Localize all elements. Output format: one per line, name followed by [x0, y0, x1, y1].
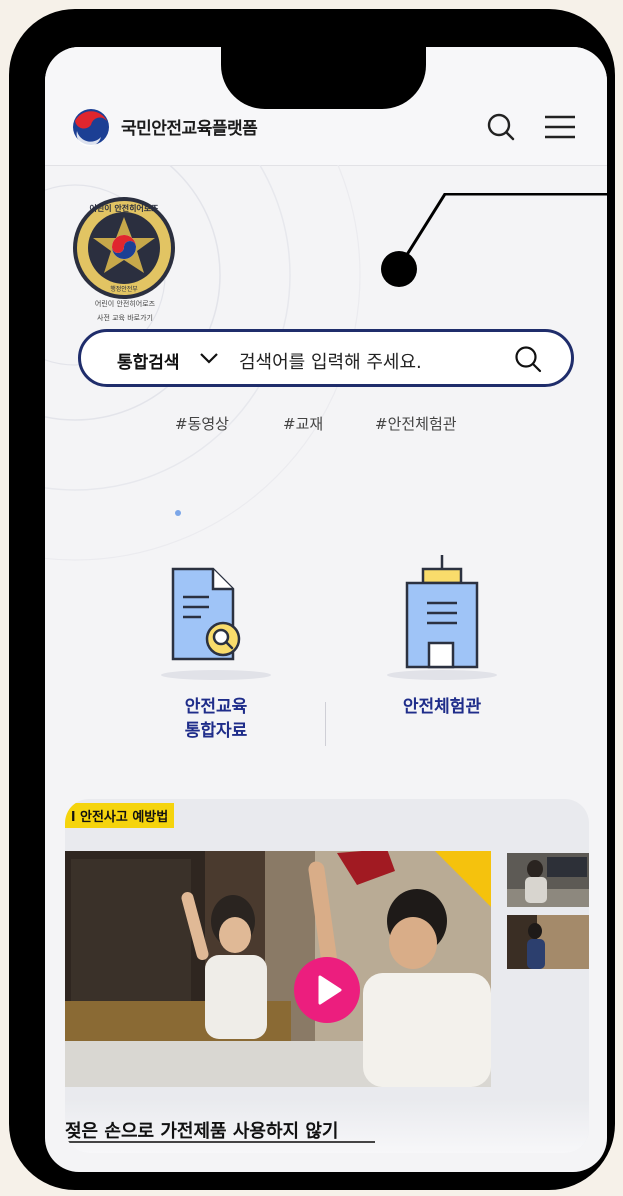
- hashtag-experience-hall[interactable]: #안전체험관: [375, 413, 457, 434]
- building-icon: [387, 555, 497, 680]
- quick-link-label-1: 안전교육: [184, 697, 248, 717]
- badge-ring-bottom: 행정안전부: [110, 285, 138, 293]
- quick-link-label-3: 안전체험관: [402, 697, 482, 717]
- hashtag-textbook[interactable]: #교재: [283, 413, 323, 434]
- search-icon[interactable]: [485, 111, 517, 143]
- badge-caption-line1[interactable]: 어린이 안전히어로즈: [65, 299, 185, 309]
- search-scope-select[interactable]: 통합검색: [117, 348, 180, 373]
- badge-caption-line2[interactable]: 사전 교육 바로가기: [65, 313, 185, 323]
- search-bar: 통합검색 검색어를 입력해 주세요.: [78, 329, 574, 387]
- quick-link-edu-materials[interactable]: 안전교육 통합자료: [151, 555, 281, 755]
- hero-badge-icon[interactable]: 어린이 안전히어로즈 행정안전부: [71, 195, 177, 301]
- video-thumbnail[interactable]: [65, 851, 491, 1087]
- notch: [221, 47, 426, 109]
- callout-pointer: [381, 193, 607, 287]
- menu-icon[interactable]: [543, 113, 577, 141]
- site-name[interactable]: 국민안전교육플랫폼: [121, 114, 258, 139]
- play-button[interactable]: [294, 957, 360, 1023]
- video-card[interactable]: l 안전사고 예방법 젖은 손으로 가전제품 사용하지 않기: [65, 799, 589, 1153]
- play-icon: [318, 975, 342, 1005]
- screen: 국민안전교육플랫폼 어린이 안전히어로즈 행정안전부 어린이 안전히어로즈 사전…: [45, 47, 607, 1172]
- video-title[interactable]: 젖은 손으로 가전제품 사용하지 않기: [65, 1117, 338, 1143]
- badge-ring-top: 어린이 안전히어로즈: [89, 203, 159, 213]
- quick-link-experience-hall[interactable]: 안전체험관: [377, 555, 507, 755]
- hashtag-video[interactable]: #동영상: [175, 413, 229, 434]
- video-thumbnail-small-1[interactable]: [507, 853, 589, 907]
- search-icon[interactable]: [513, 344, 543, 374]
- video-thumbnail-small-2[interactable]: [507, 915, 589, 969]
- quick-link-label-2: 통합자료: [184, 721, 248, 741]
- quick-link-divider: [325, 702, 326, 746]
- phone-frame: 국민안전교육플랫폼 어린이 안전히어로즈 행정안전부 어린이 안전히어로즈 사전…: [9, 9, 615, 1190]
- chevron-down-icon[interactable]: [199, 350, 219, 366]
- video-category-tag: l 안전사고 예방법: [65, 803, 175, 828]
- video-caption: 젖은 손으로 가전제품 사용하지 않기: [65, 1099, 589, 1153]
- gov-logo-icon[interactable]: [71, 107, 111, 147]
- document-search-icon: [161, 567, 271, 680]
- video-title-underline: [65, 1141, 375, 1143]
- search-input[interactable]: 검색어를 입력해 주세요.: [239, 348, 422, 374]
